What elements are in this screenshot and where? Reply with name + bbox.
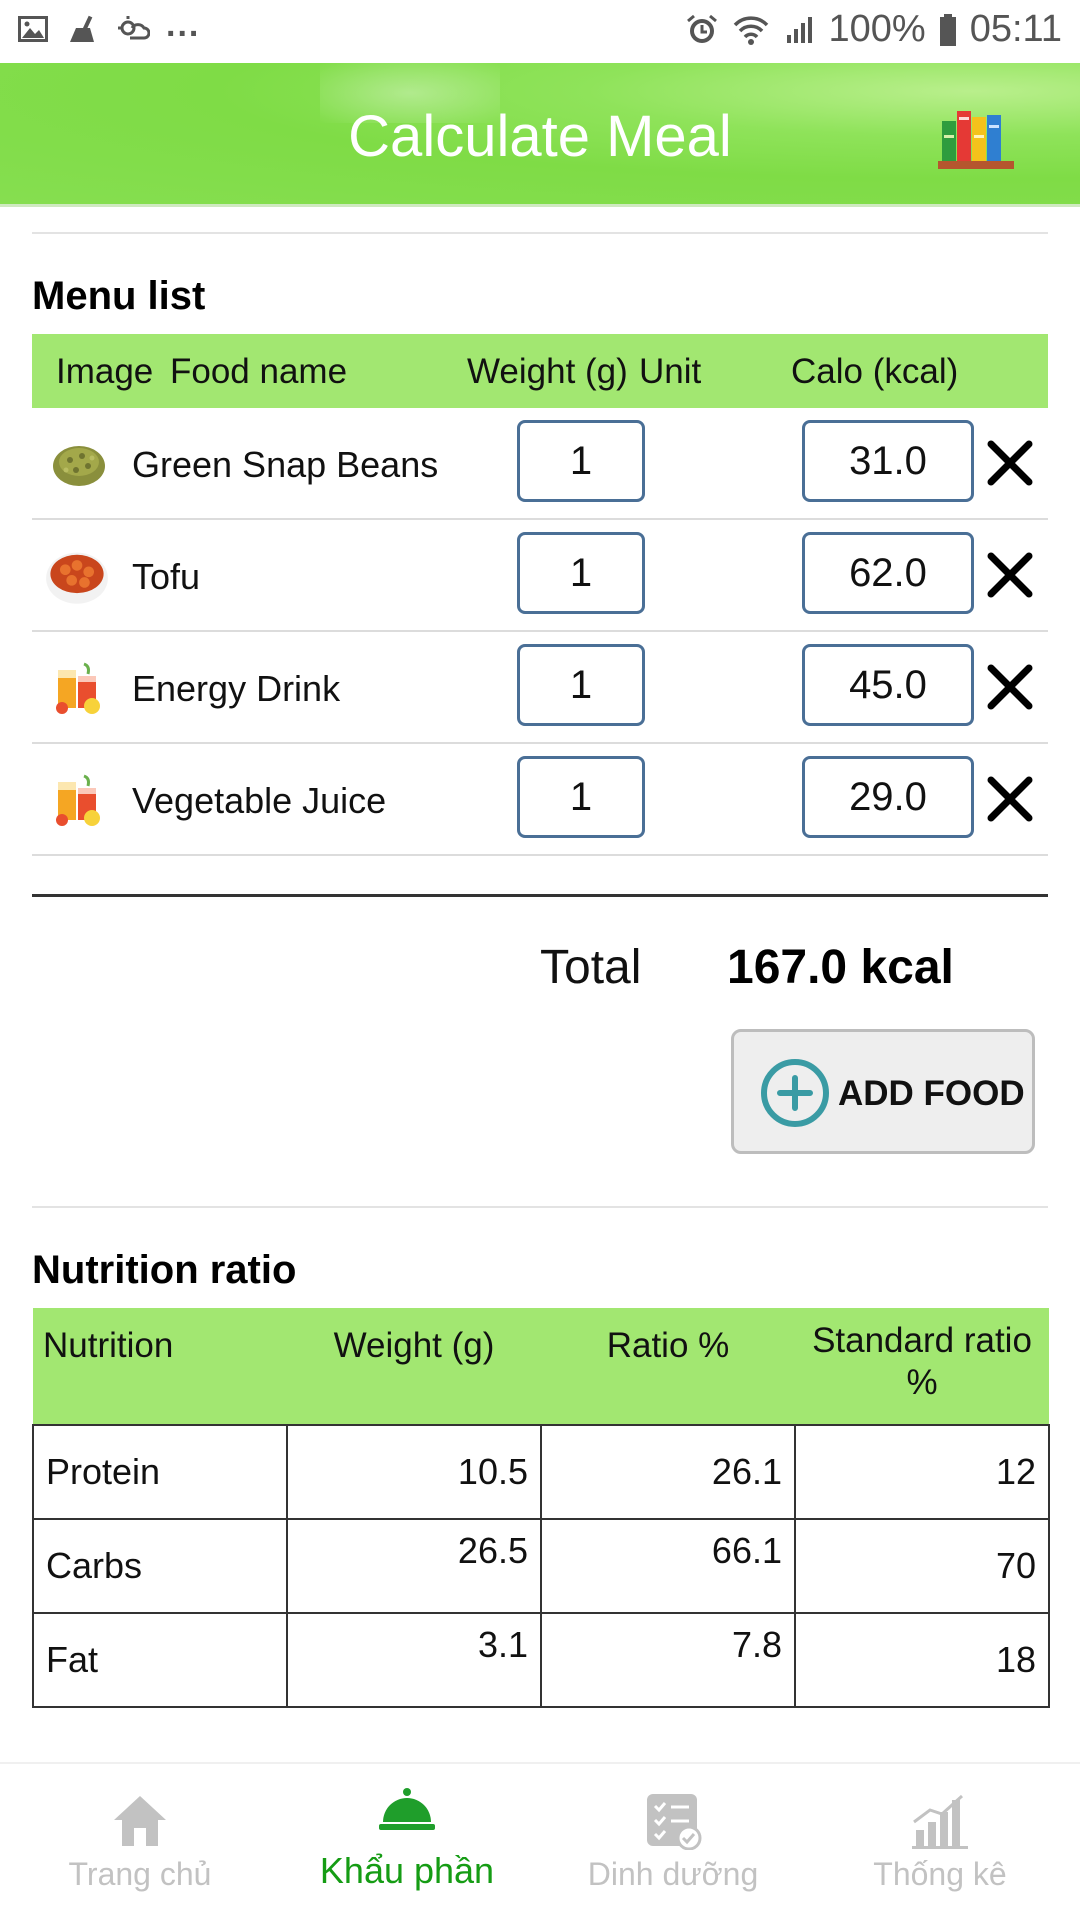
bottom-navigation: Trang chủ Khẩu phần Dinh dưỡng Thống kê: [0, 1762, 1080, 1920]
app-header: Calculate Meal: [0, 63, 1080, 207]
broom-icon: [70, 15, 94, 42]
nutrient-name: Protein: [32, 1424, 288, 1520]
calo-field[interactable]: 45.0: [802, 644, 974, 726]
nav-item-portion[interactable]: Khẩu phần: [272, 1764, 542, 1920]
weather-icon: [118, 16, 150, 40]
menu-row: Tofu 1 62.0: [32, 520, 1048, 632]
stats-chart-icon: [912, 1794, 968, 1849]
column-standard-ratio: Standard ratio %: [795, 1308, 1049, 1425]
total-value: 167.0 kcal: [727, 941, 954, 994]
column-weight: Weight (g): [467, 352, 628, 391]
menu-table-header: Image Food name Weight (g) Unit Calo (kc…: [32, 334, 1048, 408]
divider: [32, 1206, 1048, 1208]
home-icon: [114, 1796, 166, 1846]
menu-row: Energy Drink 1 45.0: [32, 632, 1048, 744]
food-name: Energy Drink: [132, 668, 341, 709]
alarm-icon: [686, 14, 717, 43]
close-icon[interactable]: [981, 658, 1039, 716]
calo-field[interactable]: 62.0: [802, 532, 974, 614]
column-unit: Unit: [639, 352, 702, 391]
menu-list-title: Menu list: [32, 274, 206, 318]
menu-row: Vegetable Juice 1 29.0: [32, 744, 1048, 856]
nutrient-ratio: 26.1: [540, 1424, 796, 1520]
close-icon[interactable]: [981, 434, 1039, 492]
close-icon[interactable]: [981, 546, 1039, 604]
column-nutrition: Nutrition: [33, 1308, 287, 1425]
column-image: Image: [56, 352, 154, 391]
books-icon[interactable]: [934, 105, 1016, 171]
food-cloche-icon: [379, 1788, 435, 1830]
calo-field[interactable]: 31.0: [802, 420, 974, 502]
wifi-icon: [733, 15, 768, 45]
status-bar: ... 100% 05:11: [0, 0, 1080, 63]
add-food-button[interactable]: ADD FOOD: [731, 1029, 1035, 1154]
table-row: Fat 3.1 7.8 18: [32, 1612, 1050, 1708]
nutrient-ratio: 7.8: [540, 1612, 796, 1708]
column-ratio: Ratio %: [541, 1308, 795, 1425]
food-name: Vegetable Juice: [132, 780, 387, 821]
nutrient-name: Carbs: [32, 1518, 288, 1614]
weight-input[interactable]: 1: [517, 420, 645, 502]
close-icon[interactable]: [981, 770, 1039, 828]
add-food-label: ADD FOOD: [838, 1074, 1025, 1113]
nav-label: Dinh dưỡng: [587, 1856, 759, 1892]
weight-input[interactable]: 1: [517, 644, 645, 726]
total-label: Total: [540, 941, 642, 994]
more-notifications: ...: [166, 5, 201, 44]
clock-time: 05:11: [969, 8, 1062, 50]
column-food-name: Food name: [170, 352, 348, 391]
nutrient-standard: 70: [794, 1518, 1050, 1614]
gallery-icon: [18, 16, 48, 42]
add-circle-icon: [761, 1059, 829, 1127]
calo-field[interactable]: 29.0: [802, 756, 974, 838]
battery-icon: [939, 13, 956, 46]
nutrient-ratio: 66.1: [540, 1518, 796, 1614]
weight-input[interactable]: 1: [517, 532, 645, 614]
nutrient-weight: 10.5: [286, 1424, 542, 1520]
nutrition-title: Nutrition ratio: [32, 1248, 297, 1292]
total-divider: [32, 894, 1048, 897]
nutrition-table-header: Nutrition Weight (g) Ratio % Standard ra…: [33, 1308, 1049, 1425]
divider: [32, 232, 1048, 234]
food-name: Tofu: [132, 556, 201, 597]
table-row: Protein 10.5 26.1 12: [32, 1424, 1050, 1520]
column-calo: Calo (kcal): [791, 352, 959, 391]
nav-label: Thống kê: [873, 1856, 1007, 1892]
page-title: Calculate Meal: [348, 104, 732, 169]
juice-glasses-image: [56, 774, 100, 826]
food-name: Green Snap Beans: [132, 444, 439, 485]
nav-item-home[interactable]: Trang chủ: [5, 1764, 275, 1920]
beans-image: [53, 446, 105, 486]
nav-item-nutrition[interactable]: Dinh dưỡng: [538, 1764, 808, 1920]
nutrient-weight: 3.1: [286, 1612, 542, 1708]
nutrient-name: Fat: [32, 1612, 288, 1708]
nav-label: Khẩu phần: [319, 1850, 495, 1891]
tofu-bowl-image: [46, 552, 108, 604]
nutrition-table: Nutrition Weight (g) Ratio % Standard ra…: [32, 1308, 1050, 1708]
nav-item-statistics[interactable]: Thống kê: [805, 1764, 1075, 1920]
nutrient-weight: 26.5: [286, 1518, 542, 1614]
nutrient-standard: 12: [794, 1424, 1050, 1520]
column-weight: Weight (g): [287, 1308, 541, 1425]
juice-glasses-image: [56, 662, 100, 714]
menu-row: Green Snap Beans 1 31.0: [32, 408, 1048, 520]
checklist-icon: [647, 1794, 702, 1850]
signal-icon: [786, 16, 812, 43]
nav-label: Trang chủ: [68, 1856, 212, 1892]
weight-input[interactable]: 1: [517, 756, 645, 838]
battery-percent: 100%: [828, 8, 926, 50]
nutrient-standard: 18: [794, 1612, 1050, 1708]
table-row: Carbs 26.5 66.1 70: [32, 1518, 1050, 1614]
